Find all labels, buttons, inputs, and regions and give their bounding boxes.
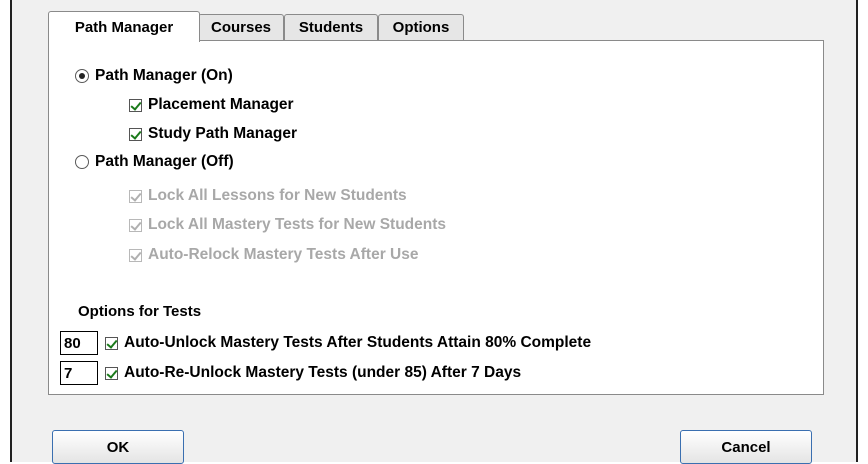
tab-path-manager[interactable]: Path Manager [48, 11, 200, 42]
placement-manager-label: Placement Manager [148, 96, 294, 113]
auto-relock-label: Auto-Relock Mastery Tests After Use [148, 246, 419, 263]
study-path-manager-label: Study Path Manager [148, 125, 297, 142]
lock-mastery-checkbox: Lock All Mastery Tests for New Students [129, 216, 446, 234]
checkbox-checked-disabled-icon [129, 248, 142, 262]
lock-lessons-checkbox: Lock All Lessons for New Students [129, 187, 407, 205]
path-manager-on-radio[interactable]: Path Manager (On) [75, 67, 233, 85]
auto-reunlock-label: Auto-Re-Unlock Mastery Tests (under 85) … [124, 364, 522, 381]
auto-relock-checkbox: Auto-Relock Mastery Tests After Use [129, 246, 418, 264]
auto-unlock-label: Auto-Unlock Mastery Tests After Students… [124, 334, 592, 351]
lock-lessons-label: Lock All Lessons for New Students [148, 187, 407, 204]
auto-unlock-checkbox[interactable] [105, 336, 118, 350]
study-path-manager-checkbox[interactable]: Study Path Manager [129, 125, 297, 143]
auto-reunlock-row: 7 Auto-Re-Unlock Mastery Tests (under 85… [60, 361, 521, 385]
radio-unselected-icon[interactable] [75, 155, 89, 169]
cancel-button[interactable]: Cancel [680, 430, 812, 464]
auto-unlock-percent-input[interactable]: 80 [60, 331, 98, 355]
auto-reunlock-checkbox[interactable] [105, 366, 118, 380]
lock-mastery-label: Lock All Mastery Tests for New Students [148, 216, 447, 233]
path-manager-on-label: Path Manager (On) [95, 67, 233, 84]
radio-selected-icon[interactable] [75, 69, 89, 83]
auto-unlock-row: 80 Auto-Unlock Mastery Tests After Stude… [60, 331, 591, 355]
checkbox-checked-icon[interactable] [129, 98, 142, 112]
ok-button[interactable]: OK [52, 430, 184, 464]
checkbox-checked-disabled-icon [129, 218, 142, 232]
tab-options[interactable]: Options [378, 14, 464, 40]
tab-panel-path-manager: Path Manager (On) Placement Manager Stud… [48, 40, 824, 395]
tab-courses[interactable]: Courses [198, 14, 284, 40]
checkbox-checked-icon[interactable] [129, 127, 142, 141]
dialog-window: Path Manager Courses Students Options Pa… [10, 0, 858, 464]
options-for-tests-heading: Options for Tests [78, 303, 202, 320]
auto-reunlock-days-input[interactable]: 7 [60, 361, 98, 385]
placement-manager-checkbox[interactable]: Placement Manager [129, 96, 294, 114]
checkbox-checked-disabled-icon [129, 189, 142, 203]
path-manager-off-label: Path Manager (Off) [95, 153, 234, 170]
path-manager-off-radio[interactable]: Path Manager (Off) [75, 153, 234, 171]
tab-students[interactable]: Students [284, 14, 378, 40]
